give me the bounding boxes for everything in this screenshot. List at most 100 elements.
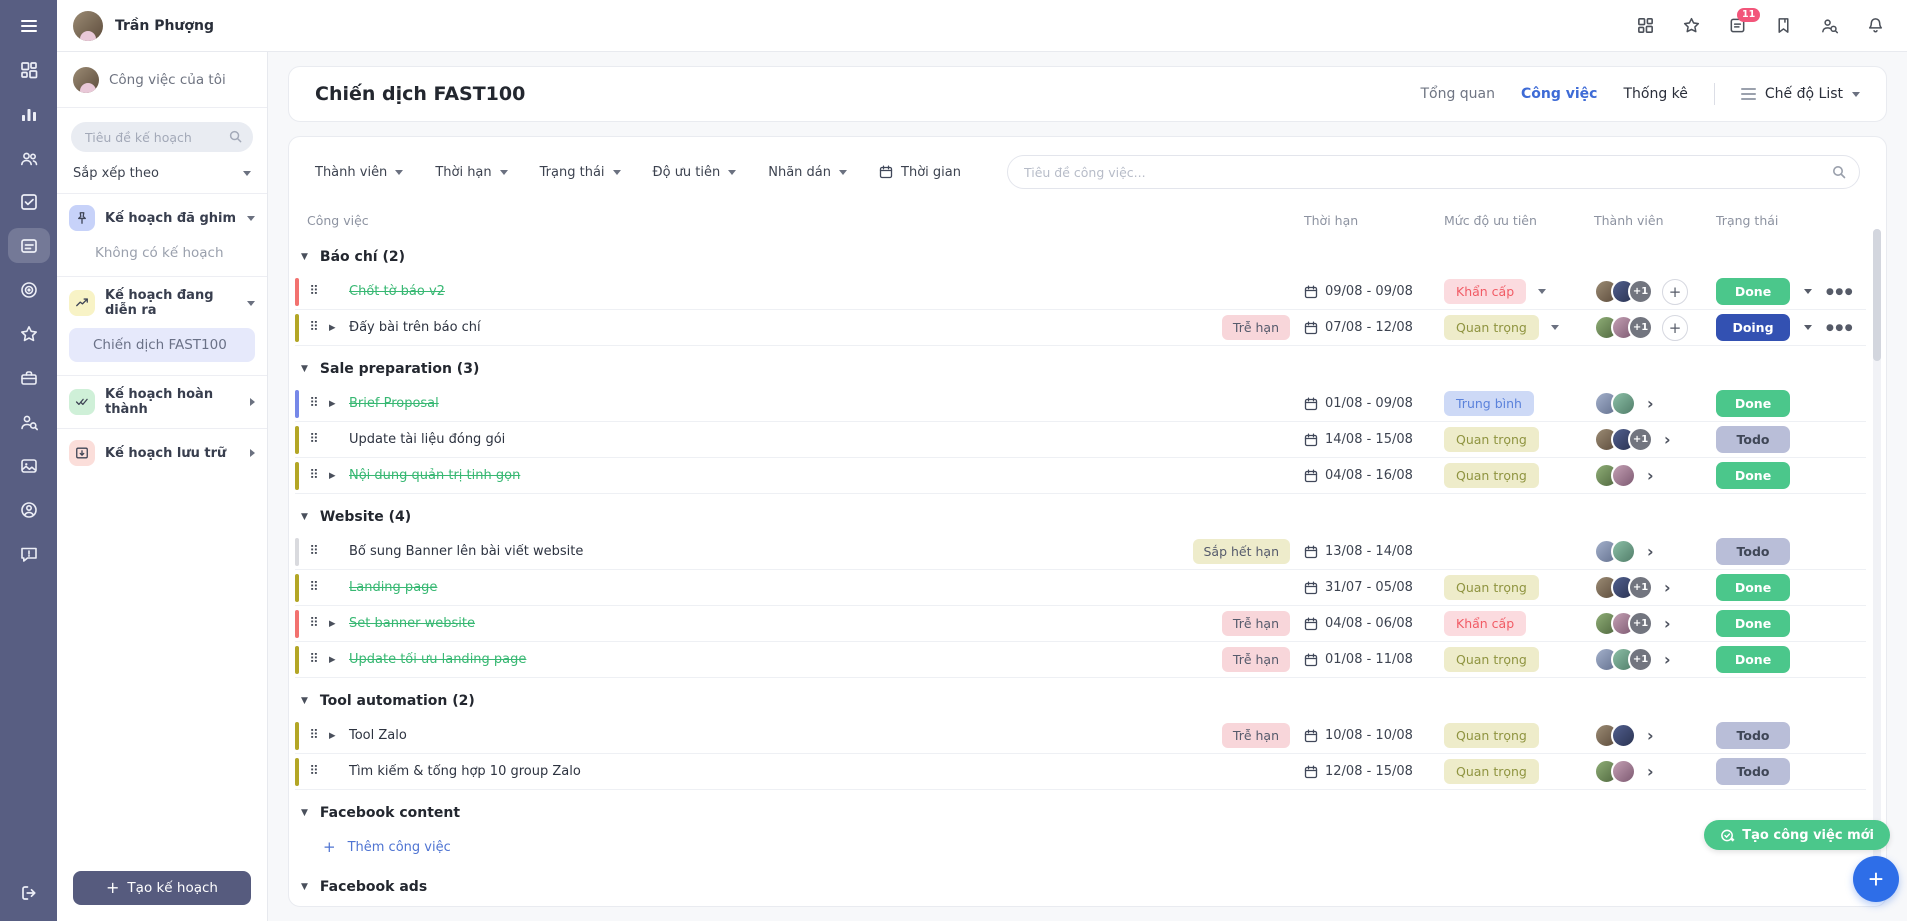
drag-handle-icon[interactable]: ⠿ <box>299 764 329 779</box>
task-title[interactable]: Tool Zalo <box>347 728 1186 743</box>
drag-handle-icon[interactable]: ⠿ <box>299 432 329 447</box>
menu-icon[interactable] <box>19 16 39 36</box>
status-button[interactable]: Todo <box>1716 758 1790 785</box>
status-button[interactable]: Doing <box>1716 314 1790 341</box>
task-title[interactable]: Set banner website <box>347 616 1186 631</box>
add-member-button[interactable]: + <box>1662 279 1688 305</box>
task-row[interactable]: ⠿ ▶ Update tài liệu đóng gói 14/08 - 15/… <box>295 422 1866 458</box>
task-title[interactable]: Bổ sung Banner lên bài viết website <box>347 544 1186 559</box>
members-chevron-icon[interactable]: › <box>1664 616 1671 632</box>
group-collapse-icon[interactable]: ▼ <box>301 696 308 706</box>
logout-icon[interactable] <box>19 883 39 903</box>
task-search-input[interactable] <box>1007 155 1860 189</box>
status-button[interactable]: Todo <box>1716 426 1790 453</box>
task-row[interactable]: ⠿ ▶ Nội dung quản trị tinh gọn 04/08 - 1… <box>295 458 1866 494</box>
task-group-header[interactable]: ▼ Báo chí (2) <box>295 240 1866 274</box>
status-button[interactable]: Done <box>1716 278 1790 305</box>
filter-deadline[interactable]: Thời hạn <box>435 165 507 180</box>
drag-handle-icon[interactable]: ⠿ <box>299 468 329 483</box>
expand-caret-icon[interactable]: ▶ <box>329 655 347 665</box>
members-icon[interactable] <box>8 140 50 175</box>
status-caret-icon[interactable] <box>1804 289 1812 294</box>
favorites-star-icon[interactable] <box>1682 16 1701 35</box>
drag-handle-icon[interactable]: ⠿ <box>299 544 329 559</box>
task-row[interactable]: ⠿ ▶ Chốt tờ báo v2 09/08 - 09/08 Khẩn cấ… <box>295 274 1866 310</box>
add-task-link[interactable]: + Thêm công việc <box>295 904 1866 906</box>
task-dates[interactable]: 04/08 - 06/08 <box>1304 616 1444 631</box>
task-title[interactable]: Update tài liệu đóng gói <box>347 432 1186 447</box>
task-group-header[interactable]: ▼ Sale preparation (3) <box>295 352 1866 386</box>
filter-status[interactable]: Trạng thái <box>540 165 621 180</box>
status-button[interactable]: Done <box>1716 574 1790 601</box>
status-button[interactable]: Done <box>1716 646 1790 673</box>
ongoing-plans-header[interactable]: Kế hoạch đang diễn ra <box>69 288 255 318</box>
status-button[interactable]: Todo <box>1716 538 1790 565</box>
create-task-button[interactable]: Tạo công việc mới <box>1704 820 1890 850</box>
task-row[interactable]: ⠿ ▶ Tìm kiếm & tổng hợp 10 group Zalo 12… <box>295 754 1866 790</box>
task-dates[interactable]: 01/08 - 11/08 <box>1304 652 1444 667</box>
task-dates[interactable]: 12/08 - 15/08 <box>1304 764 1444 779</box>
task-title[interactable]: Tìm kiếm & tổng hợp 10 group Zalo <box>347 764 1186 779</box>
drag-handle-icon[interactable]: ⠿ <box>299 396 329 411</box>
status-button[interactable]: Done <box>1716 610 1790 637</box>
filter-time-range[interactable]: Thời gian <box>879 165 961 180</box>
task-dates[interactable]: 07/08 - 12/08 <box>1304 320 1444 335</box>
task-title[interactable]: Landing page <box>347 580 1186 595</box>
current-user[interactable]: Trần Phượng <box>73 11 214 41</box>
members-chevron-icon[interactable]: › <box>1647 396 1654 412</box>
drag-handle-icon[interactable]: ⠿ <box>299 728 329 743</box>
favorites-icon[interactable] <box>8 316 50 351</box>
status-button[interactable]: Todo <box>1716 722 1790 749</box>
group-collapse-icon[interactable]: ▼ <box>301 882 308 892</box>
task-group-header[interactable]: ▼ Tool automation (2) <box>295 684 1866 718</box>
more-menu-icon[interactable]: ●●● <box>1826 287 1854 297</box>
projects-icon[interactable] <box>8 228 50 263</box>
task-dates[interactable]: 14/08 - 15/08 <box>1304 432 1444 447</box>
members-chevron-icon[interactable]: › <box>1647 544 1654 560</box>
group-collapse-icon[interactable]: ▼ <box>301 808 308 818</box>
filter-members[interactable]: Thành viên <box>315 165 403 180</box>
task-dates[interactable]: 13/08 - 14/08 <box>1304 544 1444 559</box>
account-icon[interactable] <box>8 492 50 527</box>
pinned-plans-header[interactable]: Kế hoạch đã ghim <box>69 205 255 231</box>
members-chevron-icon[interactable]: › <box>1664 652 1671 668</box>
user-search-icon[interactable] <box>1820 16 1839 35</box>
members-chevron-icon[interactable]: › <box>1647 468 1654 484</box>
media-icon[interactable] <box>8 448 50 483</box>
drag-handle-icon[interactable]: ⠿ <box>299 616 329 631</box>
status-button[interactable]: Done <box>1716 390 1790 417</box>
archived-plans-header[interactable]: Kế hoạch lưu trữ <box>69 440 255 466</box>
task-dates[interactable]: 01/08 - 09/08 <box>1304 396 1444 411</box>
filter-labels[interactable]: Nhãn dán <box>768 165 847 180</box>
expand-caret-icon[interactable]: ▶ <box>329 471 347 481</box>
task-title[interactable]: Nội dung quản trị tinh gọn <box>347 468 1186 483</box>
drag-handle-icon[interactable]: ⠿ <box>299 580 329 595</box>
task-title[interactable]: Brief Proposal <box>347 396 1186 411</box>
add-member-button[interactable]: + <box>1662 315 1688 341</box>
task-row[interactable]: ⠿ ▶ Bổ sung Banner lên bài viết website … <box>295 534 1866 570</box>
hr-icon[interactable] <box>8 404 50 439</box>
task-row[interactable]: ⠿ ▶ Landing page 31/07 - 05/08 Quan trọn… <box>295 570 1866 606</box>
task-row[interactable]: ⠿ ▶ Tool Zalo Trễ hạn 10/08 - 10/08 Quan… <box>295 718 1866 754</box>
task-row[interactable]: ⠿ ▶ Brief Proposal 01/08 - 09/08 Trung b… <box>295 386 1866 422</box>
expand-caret-icon[interactable]: ▶ <box>329 399 347 409</box>
status-button[interactable]: Done <box>1716 462 1790 489</box>
task-title[interactable]: Đẩy bài trên báo chí <box>347 320 1186 335</box>
members-chevron-icon[interactable]: › <box>1664 432 1671 448</box>
task-dates[interactable]: 04/08 - 16/08 <box>1304 468 1444 483</box>
group-collapse-icon[interactable]: ▼ <box>301 364 308 374</box>
group-collapse-icon[interactable]: ▼ <box>301 252 308 262</box>
task-title[interactable]: Chốt tờ báo v2 <box>347 284 1186 299</box>
completed-plans-header[interactable]: Kế hoạch hoàn thành <box>69 387 255 417</box>
task-group-header[interactable]: ▼ Facebook ads <box>295 870 1866 904</box>
tab-statistics[interactable]: Thống kê <box>1623 86 1687 102</box>
members-chevron-icon[interactable]: › <box>1664 580 1671 596</box>
members-chevron-icon[interactable]: › <box>1647 764 1654 780</box>
more-menu-icon[interactable]: ●●● <box>1826 323 1854 333</box>
task-row[interactable]: ⠿ ▶ Set banner website Trễ hạn 04/08 - 0… <box>295 606 1866 642</box>
fab-add-button[interactable]: + <box>1853 856 1899 902</box>
notifications-card-icon[interactable]: 11 <box>1728 16 1747 35</box>
add-task-link[interactable]: + Thêm công việc <box>295 830 1866 864</box>
drag-handle-icon[interactable]: ⠿ <box>299 320 329 335</box>
expand-caret-icon[interactable]: ▶ <box>329 323 347 333</box>
